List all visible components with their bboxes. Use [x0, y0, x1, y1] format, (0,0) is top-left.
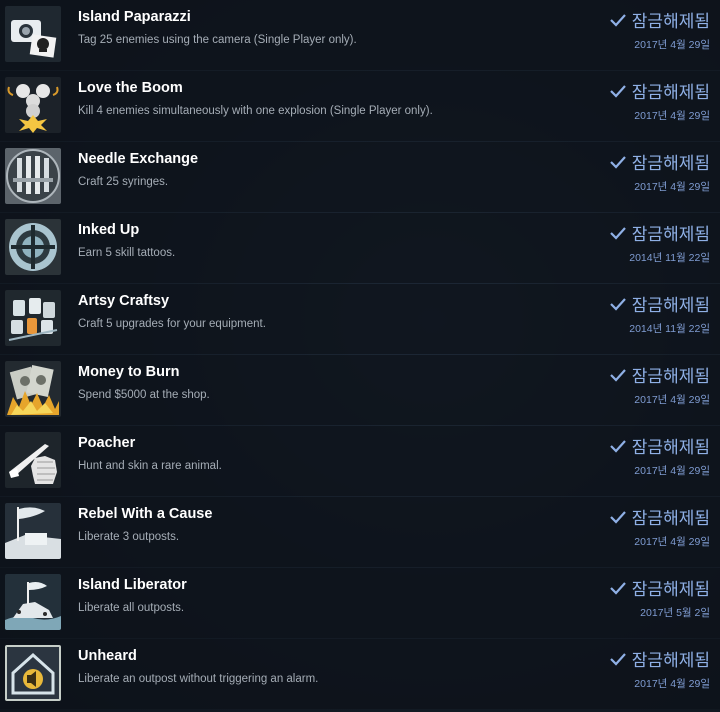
- syringes-icon: [5, 148, 61, 204]
- rifle-pelt-icon: [5, 432, 61, 488]
- achievement-description: Kill 4 enemies simultaneously with one e…: [78, 105, 433, 117]
- unlocked-status: 잠금해제됨: [610, 291, 710, 316]
- achievement-row[interactable]: Island Paparazzi Tag 25 enemies using th…: [0, 0, 720, 70]
- unlocked-label: 잠금해제됨: [631, 438, 710, 457]
- unlock-date: 2017년 4월 29일: [634, 181, 710, 193]
- unlock-date: 2014년 11월 22일: [629, 252, 710, 264]
- achievement-row[interactable]: Money to Burn Spend $5000 at the shop. 잠…: [0, 355, 720, 425]
- achievement-title: Love the Boom: [78, 80, 183, 96]
- camera-skull-icon: [5, 6, 61, 62]
- achievement-description: Tag 25 enemies using the camera (Single …: [78, 34, 357, 46]
- achievement-title: Rebel With a Cause: [78, 506, 213, 522]
- unlocked-label: 잠금해제됨: [631, 509, 710, 528]
- checkmark-icon: [610, 226, 626, 240]
- unlocked-status: 잠금해제됨: [610, 504, 710, 529]
- checkmark-icon: [610, 652, 626, 666]
- achievement-row[interactable]: Poacher Hunt and skin a rare animal. 잠금해…: [0, 426, 720, 496]
- achievement-title: Inked Up: [78, 222, 140, 238]
- achievement-row[interactable]: Inked Up Earn 5 skill tattoos. 잠금해제됨 201…: [0, 213, 720, 283]
- achievement-title: Poacher: [78, 435, 136, 451]
- unlocked-status: 잠금해제됨: [610, 149, 710, 174]
- unlock-date: 2017년 5월 2일: [640, 607, 710, 619]
- thread-spools-icon: [5, 290, 61, 346]
- achievement-title: Artsy Craftsy: [78, 293, 170, 309]
- checkmark-icon: [610, 581, 626, 595]
- unlocked-label: 잠금해제됨: [631, 296, 710, 315]
- achievement-title: Needle Exchange: [78, 151, 199, 167]
- unlocked-status: 잠금해제됨: [610, 7, 710, 32]
- achievement-row[interactable]: Unheard Liberate an outpost without trig…: [0, 639, 720, 709]
- unlocked-label: 잠금해제됨: [631, 225, 710, 244]
- unlocked-label: 잠금해제됨: [631, 367, 710, 386]
- crosshair-tattoo-icon: [5, 219, 61, 275]
- muted-alarm-house-icon: [5, 645, 61, 701]
- unlock-date: 2017년 4월 29일: [634, 394, 710, 406]
- unlock-date: 2017년 4월 29일: [634, 110, 710, 122]
- unlocked-status: 잠금해제됨: [610, 220, 710, 245]
- unlocked-label: 잠금해제됨: [631, 83, 710, 102]
- unlock-date: 2017년 4월 29일: [634, 465, 710, 477]
- achievement-list: Island Paparazzi Tag 25 enemies using th…: [0, 0, 720, 712]
- unlocked-label: 잠금해제됨: [631, 580, 710, 599]
- unlocked-status: 잠금해제됨: [610, 575, 710, 600]
- achievement-description: Liberate an outpost without triggering a…: [78, 673, 319, 685]
- achievement-description: Liberate 3 outposts.: [78, 531, 180, 543]
- achievement-row[interactable]: Love the Boom Kill 4 enemies simultaneou…: [0, 71, 720, 141]
- checkmark-icon: [610, 297, 626, 311]
- achievement-title: Island Paparazzi: [78, 9, 191, 25]
- achievement-row[interactable]: Rebel With a Cause Liberate 3 outposts. …: [0, 497, 720, 567]
- achievement-title: Unheard: [78, 648, 137, 664]
- unlocked-label: 잠금해제됨: [631, 154, 710, 173]
- achievement-description: Craft 25 syringes.: [78, 176, 169, 188]
- unlock-date: 2017년 4월 29일: [634, 536, 710, 548]
- achievement-title: Money to Burn: [78, 364, 180, 380]
- skull-explosion-icon: [5, 77, 61, 133]
- unlocked-label: 잠금해제됨: [631, 12, 710, 31]
- checkmark-icon: [610, 368, 626, 382]
- checkmark-icon: [610, 155, 626, 169]
- island-flag-icon: [5, 574, 61, 630]
- unlock-date: 2017년 4월 29일: [634, 678, 710, 690]
- achievement-row[interactable]: Needle Exchange Craft 25 syringes. 잠금해제됨…: [0, 142, 720, 212]
- checkmark-icon: [610, 439, 626, 453]
- unlocked-status: 잠금해제됨: [610, 78, 710, 103]
- burning-money-icon: [5, 361, 61, 417]
- checkmark-icon: [610, 13, 626, 27]
- achievement-description: Craft 5 upgrades for your equipment.: [78, 318, 266, 330]
- unlock-date: 2014년 11월 22일: [629, 323, 710, 335]
- achievement-description: Hunt and skin a rare animal.: [78, 460, 222, 472]
- flag-outpost-icon: [5, 503, 61, 559]
- unlocked-status: 잠금해제됨: [610, 646, 710, 671]
- unlocked-status: 잠금해제됨: [610, 433, 710, 458]
- achievement-row[interactable]: Artsy Craftsy Craft 5 upgrades for your …: [0, 284, 720, 354]
- unlock-date: 2017년 4월 29일: [634, 39, 710, 51]
- achievement-title: Island Liberator: [78, 577, 187, 593]
- achievement-description: Spend $5000 at the shop.: [78, 389, 210, 401]
- unlocked-status: 잠금해제됨: [610, 362, 710, 387]
- achievement-description: Earn 5 skill tattoos.: [78, 247, 176, 259]
- achievement-description: Liberate all outposts.: [78, 602, 185, 614]
- achievement-row[interactable]: Island Liberator Liberate all outposts. …: [0, 568, 720, 638]
- checkmark-icon: [610, 510, 626, 524]
- unlocked-label: 잠금해제됨: [631, 651, 710, 670]
- checkmark-icon: [610, 84, 626, 98]
